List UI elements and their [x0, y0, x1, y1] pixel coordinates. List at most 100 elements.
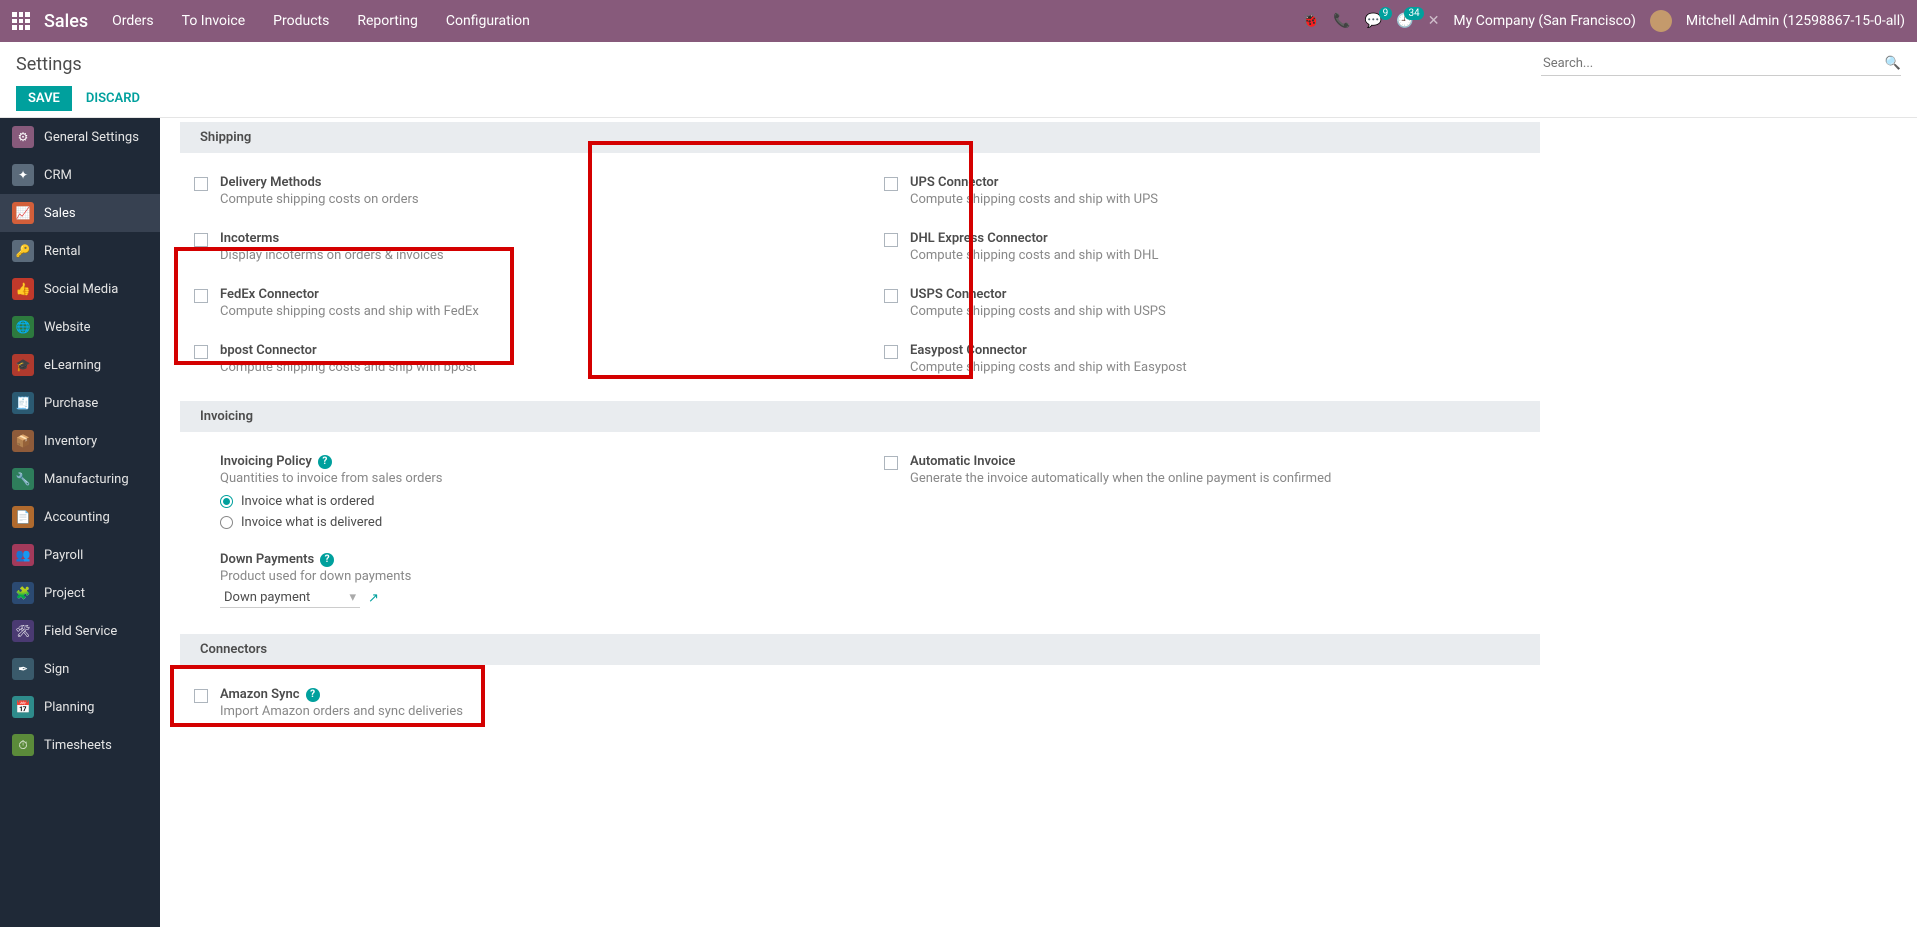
setting-amazon-sync: Amazon Sync ? Import Amazon orders and s…: [190, 681, 840, 725]
setting-desc: Compute shipping costs and ship with USP…: [910, 304, 1526, 319]
setting-desc: Compute shipping costs and ship with DHL: [910, 248, 1526, 263]
down-payments-title: Down Payments: [220, 552, 314, 567]
sidebar-item-sign[interactable]: ✒ Sign: [0, 650, 160, 688]
sidebar-item-label: Inventory: [44, 434, 97, 449]
app-icon: 🎓: [12, 354, 34, 376]
messaging-icon[interactable]: 💬9: [1365, 13, 1382, 29]
top-navbar: Sales Orders To Invoice Products Reporti…: [0, 0, 1917, 42]
discard-button[interactable]: DISCARD: [86, 91, 140, 106]
sidebar-item-timesheets[interactable]: ⏱ Timesheets: [0, 726, 160, 764]
sidebar-item-planning[interactable]: 📅 Planning: [0, 688, 160, 726]
search-icon[interactable]: 🔍: [1885, 56, 1901, 71]
user-menu[interactable]: Mitchell Admin (12598867-15-0-all): [1686, 13, 1905, 29]
setting-ups-connector: UPS Connector Compute shipping costs and…: [880, 169, 1530, 213]
control-bar: Settings 🔍 SAVE DISCARD: [0, 42, 1917, 118]
sidebar-item-purchase[interactable]: 🧾Purchase: [0, 384, 160, 422]
setting-fedex-connector: FedEx Connector Compute shipping costs a…: [190, 281, 840, 325]
sidebar-item-label: General Settings: [44, 130, 139, 145]
help-icon[interactable]: ?: [320, 553, 334, 567]
down-payment-select[interactable]: Down payment ▾: [220, 588, 360, 608]
sidebar-item-label: Website: [44, 320, 91, 335]
search-box: 🔍: [1541, 52, 1901, 76]
top-menu: Orders To Invoice Products Reporting Con…: [112, 13, 530, 29]
sidebar-item-label: CRM: [44, 168, 72, 183]
sidebar-item-sales[interactable]: 📈Sales: [0, 194, 160, 232]
app-icon: 🌐: [12, 316, 34, 338]
checkbox[interactable]: [884, 345, 898, 359]
sidebar-item-label: Timesheets: [44, 738, 112, 753]
bug-icon[interactable]: 🐞: [1302, 13, 1319, 29]
close-icon[interactable]: ✕: [1428, 13, 1440, 29]
sidebar-item-label: Purchase: [44, 396, 98, 411]
setting-desc: Compute shipping costs on orders: [220, 192, 836, 207]
sidebar-item-field-service[interactable]: 🛠Field Service: [0, 612, 160, 650]
checkbox[interactable]: [884, 177, 898, 191]
sidebar-item-label: Social Media: [44, 282, 118, 297]
sidebar-item-rental[interactable]: 🔑Rental: [0, 232, 160, 270]
amazon-sync-title: Amazon Sync: [220, 687, 300, 702]
sidebar-item-label: Project: [44, 586, 85, 601]
app-icon: 📈: [12, 202, 34, 224]
sidebar-item-payroll[interactable]: 👥Payroll: [0, 536, 160, 574]
sidebar-item-label: Sign: [44, 662, 69, 677]
setting-desc: Compute shipping costs and ship with bpo…: [220, 360, 836, 375]
sidebar-item-website[interactable]: 🌐 Website: [0, 308, 160, 346]
external-link-icon[interactable]: ↗: [368, 591, 379, 606]
settings-sidebar: ⚙General Settings✦CRM📈Sales🔑Rental 👍 Socia…: [0, 118, 160, 927]
checkbox[interactable]: [194, 289, 208, 303]
sidebar-item-crm[interactable]: ✦CRM: [0, 156, 160, 194]
checkbox[interactable]: [884, 289, 898, 303]
sidebar-item-social-media[interactable]: 👍 Social Media: [0, 270, 160, 308]
app-icon: ✒: [12, 658, 34, 680]
menu-configuration[interactable]: Configuration: [446, 13, 530, 29]
search-input[interactable]: [1541, 52, 1885, 75]
sidebar-item-manufacturing[interactable]: 🔧Manufacturing: [0, 460, 160, 498]
down-payment-value: Down payment: [224, 590, 310, 605]
activities-icon[interactable]: 🕘34: [1396, 13, 1413, 29]
menu-reporting[interactable]: Reporting: [357, 13, 418, 29]
checkbox[interactable]: [194, 233, 208, 247]
app-brand[interactable]: Sales: [44, 11, 88, 32]
phone-icon[interactable]: 📞: [1333, 13, 1350, 29]
automatic-invoice-desc: Generate the invoice automatically when …: [910, 471, 1526, 486]
help-icon[interactable]: ?: [318, 455, 332, 469]
sidebar-item-project[interactable]: 🧩 Project: [0, 574, 160, 612]
activity-badge: 34: [1404, 7, 1423, 20]
sidebar-item-general-settings[interactable]: ⚙General Settings: [0, 118, 160, 156]
app-icon: 📦: [12, 430, 34, 452]
checkbox[interactable]: [194, 177, 208, 191]
avatar[interactable]: [1650, 10, 1672, 32]
app-icon: 👍: [12, 278, 34, 300]
menu-to-invoice[interactable]: To Invoice: [182, 13, 246, 29]
setting-title: Incoterms: [220, 231, 836, 246]
menu-orders[interactable]: Orders: [112, 13, 154, 29]
setting-easypost-connector: Easypost Connector Compute shipping cost…: [880, 337, 1530, 381]
checkbox[interactable]: [194, 345, 208, 359]
setting-dhl-express-connector: DHL Express Connector Compute shipping c…: [880, 225, 1530, 269]
setting-desc: Compute shipping costs and ship with Fed…: [220, 304, 836, 319]
sidebar-item-elearning[interactable]: 🎓eLearning: [0, 346, 160, 384]
invoicing-policy-title: Invoicing Policy: [220, 454, 312, 469]
menu-products[interactable]: Products: [273, 13, 329, 29]
radio-ordered-label: Invoice what is ordered: [241, 494, 374, 509]
checkbox-amazon-sync[interactable]: [194, 689, 208, 703]
sidebar-item-label: Planning: [44, 700, 94, 715]
apps-icon[interactable]: [12, 12, 30, 30]
app-icon: ⏱: [12, 734, 34, 756]
save-button[interactable]: SAVE: [16, 86, 72, 111]
setting-title: Easypost Connector: [910, 343, 1526, 358]
app-icon: 🧩: [12, 582, 34, 604]
radio-delivered[interactable]: [220, 516, 233, 529]
sidebar-item-accounting[interactable]: 📄Accounting: [0, 498, 160, 536]
checkbox[interactable]: [884, 233, 898, 247]
app-icon: 📅: [12, 696, 34, 718]
radio-ordered[interactable]: [220, 495, 233, 508]
help-icon[interactable]: ?: [306, 688, 320, 702]
app-icon: 🔑: [12, 240, 34, 262]
checkbox-automatic-invoice[interactable]: [884, 456, 898, 470]
company-switcher[interactable]: My Company (San Francisco): [1453, 13, 1635, 29]
settings-content: Shipping Delivery Methods Compute shippi…: [160, 118, 1917, 927]
sidebar-item-inventory[interactable]: 📦 Inventory: [0, 422, 160, 460]
setting-title: DHL Express Connector: [910, 231, 1526, 246]
setting-incoterms: Incoterms Display incoterms on orders & …: [190, 225, 840, 269]
